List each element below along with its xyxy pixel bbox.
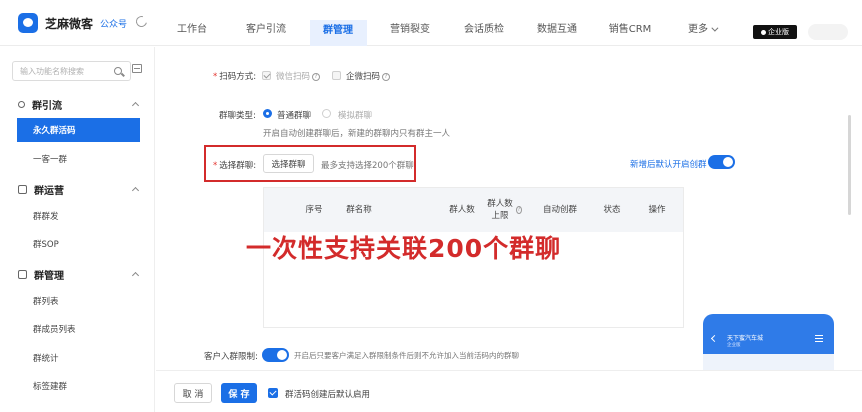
table-header-member-limit: 群人数上限? — [486, 188, 522, 232]
cancel-button[interactable]: 取 消 — [174, 383, 212, 403]
nav-marketing-fission[interactable]: 营销裂变 — [390, 20, 430, 46]
phone-preview-subtitle: 企业版 — [727, 343, 741, 348]
join-limit-label: 客户入群限制: — [204, 352, 258, 362]
table-header-actions: 操作 — [648, 205, 666, 215]
nav-more[interactable]: 更多 — [688, 20, 719, 46]
nav-data-interconnect[interactable]: 数据互通 — [537, 20, 577, 46]
normal-group-radio[interactable] — [263, 109, 272, 118]
normal-group-option: 普通群聊 — [277, 111, 312, 121]
auto-create-toggle[interactable] — [708, 155, 735, 169]
wechat-scan-checkbox[interactable] — [262, 71, 271, 80]
user-icon — [18, 101, 25, 108]
join-limit-toggle[interactable] — [262, 348, 289, 362]
nav-customer-acquisition[interactable]: 客户引流 — [246, 20, 286, 46]
table-header: 序号 群名称 群人数 群人数上限? 自动创群 状态 操作 — [264, 188, 683, 232]
brand-name: 芝麻微客 — [45, 17, 94, 31]
sidebar-item-one-customer-one-group[interactable]: 一客一群 — [33, 153, 67, 165]
default-enable-label: 群活码创建后默认启用 — [285, 390, 371, 400]
monitor-icon — [18, 270, 27, 279]
select-group-hint: 最多支持选择200个群聊 — [321, 161, 414, 171]
sidebar-group-label: 群管理 — [34, 271, 64, 282]
app-logo-icon — [18, 13, 38, 33]
group-type-label: 群聊类型: — [219, 111, 256, 121]
wecom-scan-option: 企微扫码? — [346, 70, 391, 82]
sidebar: 输入功能名称搜索 群引流 永久群活码 一客一群 群运营 群群发 群SOP 群管理… — [0, 47, 155, 412]
scan-method-label: * 扫码方式: — [213, 70, 256, 82]
help-icon[interactable]: ? — [382, 72, 391, 81]
promo-overlay-text: 一次性支持关联200个群聊 — [246, 234, 562, 263]
badge-dot-icon — [761, 29, 766, 35]
enterprise-badge-label: 企业版 — [768, 28, 789, 36]
top-navigation-bar: 芝麻微客 公众号 工作台 客户引流 群管理 营销裂变 会话质检 数据互通 销售C… — [0, 0, 862, 46]
group-type-hint: 开启自动创建群聊后，新建的群聊内只有群主一人 — [263, 129, 451, 139]
sidebar-item-group-list[interactable]: 群列表 — [33, 295, 59, 307]
help-icon[interactable]: ? — [516, 206, 522, 214]
enterprise-badge: 企业版 — [753, 25, 797, 39]
sidebar-search-input[interactable]: 输入功能名称搜索 — [12, 61, 131, 81]
sidebar-group-label: 群引流 — [32, 101, 62, 112]
phone-preview: 天下蜜汽车城 企业版 — [703, 314, 834, 374]
wecom-scan-checkbox[interactable] — [332, 71, 341, 80]
sidebar-item-permanent-group-code[interactable]: 永久群活码 — [17, 118, 140, 142]
chevron-up-icon[interactable] — [131, 271, 140, 280]
select-group-button[interactable]: 选择群聊 — [263, 154, 314, 173]
mock-group-radio[interactable] — [322, 109, 331, 118]
account-type-link[interactable]: 公众号 — [100, 17, 127, 30]
wechat-scan-option-text: 微信扫码 — [276, 72, 311, 82]
search-icon[interactable] — [114, 67, 122, 75]
sidebar-item-group-member-list[interactable]: 群成员列表 — [33, 323, 76, 335]
table-header-auto-create: 自动创群 — [542, 205, 578, 215]
nav-sales-crm[interactable]: 销售CRM — [609, 20, 652, 46]
scan-method-label-text: 扫码方式: — [219, 72, 257, 82]
collapse-menu-icon[interactable] — [132, 64, 142, 73]
phone-preview-title: 天下蜜汽车城 — [727, 335, 764, 342]
table-header-member-count: 群人数 — [449, 205, 475, 215]
user-avatar-area[interactable] — [808, 24, 848, 40]
form-footer: 取 消 保 存 群活码创建后默认启用 — [156, 370, 862, 412]
default-enable-checkbox[interactable] — [268, 388, 278, 398]
wecom-scan-option-text: 企微扫码 — [346, 72, 381, 82]
table-header-index: 序号 — [305, 205, 323, 215]
monitor-icon — [18, 185, 27, 194]
sidebar-item-tag-group-creation[interactable]: 标签建群 — [33, 380, 67, 392]
mock-group-option: 模拟群聊 — [338, 111, 373, 121]
join-limit-hint: 开启后只要客户满足入群限制条件后则不允许加入当前活码内的群聊 — [294, 351, 519, 360]
select-group-label: * 选择群聊: — [213, 159, 256, 171]
table-header-status: 状态 — [603, 205, 621, 215]
sidebar-item-group-broadcast[interactable]: 群群发 — [33, 210, 59, 222]
sidebar-group-label: 群运营 — [34, 186, 64, 197]
chevron-up-icon[interactable] — [131, 101, 140, 110]
select-group-label-text: 选择群聊: — [219, 161, 257, 171]
help-icon[interactable]: ? — [312, 72, 321, 81]
nav-more-label: 更多 — [688, 24, 708, 35]
sidebar-group-traffic[interactable]: 群引流 — [18, 97, 62, 112]
table-header-group-name: 群名称 — [346, 205, 372, 215]
sidebar-item-group-sop[interactable]: 群SOP — [33, 238, 59, 250]
required-asterisk: * — [213, 161, 218, 171]
required-asterisk: * — [213, 72, 218, 82]
back-icon — [710, 334, 719, 343]
nav-session-inspection[interactable]: 会话质检 — [464, 20, 504, 46]
wechat-scan-option: 微信扫码? — [276, 70, 321, 82]
sidebar-group-operations[interactable]: 群运营 — [18, 182, 64, 197]
chevron-down-icon — [711, 24, 719, 32]
nav-group-management[interactable]: 群管理 — [323, 21, 353, 47]
save-button[interactable]: 保 存 — [221, 383, 257, 403]
main-scrollbar[interactable] — [848, 115, 851, 215]
chevron-up-icon[interactable] — [131, 186, 140, 195]
sidebar-item-group-statistics[interactable]: 群统计 — [33, 352, 59, 364]
table-header-member-limit-text: 群人数上限 — [487, 199, 513, 221]
nav-workbench[interactable]: 工作台 — [177, 20, 207, 46]
auto-create-label: 新增后默认开启创群 — [630, 160, 707, 170]
menu-icon — [815, 335, 823, 342]
sidebar-group-management[interactable]: 群管理 — [18, 267, 64, 282]
theme-toggle-icon[interactable] — [133, 13, 150, 30]
search-placeholder: 输入功能名称搜索 — [20, 67, 84, 76]
